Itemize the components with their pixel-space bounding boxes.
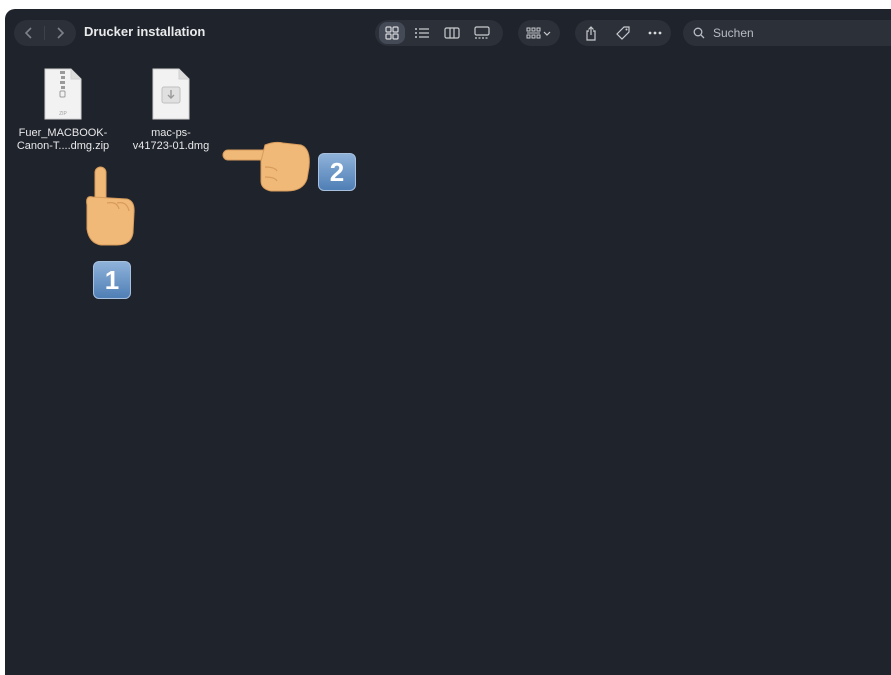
zip-type-label: ZIP: [59, 111, 67, 117]
share-icon: [586, 25, 596, 41]
file-item-dmg[interactable]: mac-ps- v41723-01.dmg: [123, 67, 219, 153]
file-name-line-1: mac-ps-: [151, 127, 191, 139]
file-item-zip[interactable]: ZIP Fuer_MACBOOK- Canon-T....dmg.zip: [15, 67, 111, 153]
file-name-line-1: Fuer_MACBOOK-: [18, 127, 108, 139]
chevron-left-icon: [24, 27, 32, 39]
pointing-up-hand-icon: [86, 166, 135, 246]
group-by-icon: [526, 27, 551, 39]
window-title: Drucker installation: [84, 24, 206, 39]
finder-window: Drucker installation Suchen ZIP Fuer_MAC…: [5, 9, 891, 675]
icon-view-button[interactable]: [379, 22, 405, 44]
gallery-view-button[interactable]: [469, 22, 495, 44]
chevron-right-icon: [57, 27, 65, 39]
search-field[interactable]: [683, 20, 891, 46]
search-input[interactable]: [711, 25, 885, 41]
file-name-line-2: v41723-01.dmg: [132, 140, 210, 152]
action-buttons: [575, 20, 671, 46]
list-view-icon: [415, 28, 429, 38]
more-button[interactable]: [642, 22, 668, 44]
view-switcher: [375, 20, 503, 46]
group-by-button[interactable]: [518, 20, 560, 46]
back-button[interactable]: [14, 20, 44, 46]
column-view-button[interactable]: [439, 22, 465, 44]
step-badge-2: 2: [318, 153, 356, 191]
file-name-line-2: Canon-T....dmg.zip: [16, 140, 110, 152]
dmg-file-icon: [152, 68, 190, 120]
gallery-view-icon: [474, 26, 490, 39]
share-button[interactable]: [578, 22, 604, 44]
step-badge-1: 1: [93, 261, 131, 299]
pointing-left-hand-icon: [222, 141, 310, 192]
list-view-button[interactable]: [409, 22, 435, 44]
forward-button[interactable]: [45, 20, 75, 46]
tag-icon: [616, 26, 630, 40]
toolbar: Drucker installation: [5, 9, 891, 55]
tag-button[interactable]: [610, 22, 636, 44]
zip-file-icon: ZIP: [44, 68, 82, 120]
icon-view-icon: [385, 26, 399, 40]
column-view-icon: [444, 27, 460, 39]
more-icon: [648, 31, 662, 35]
search-icon: [693, 27, 705, 39]
navigation-buttons: [14, 20, 76, 46]
